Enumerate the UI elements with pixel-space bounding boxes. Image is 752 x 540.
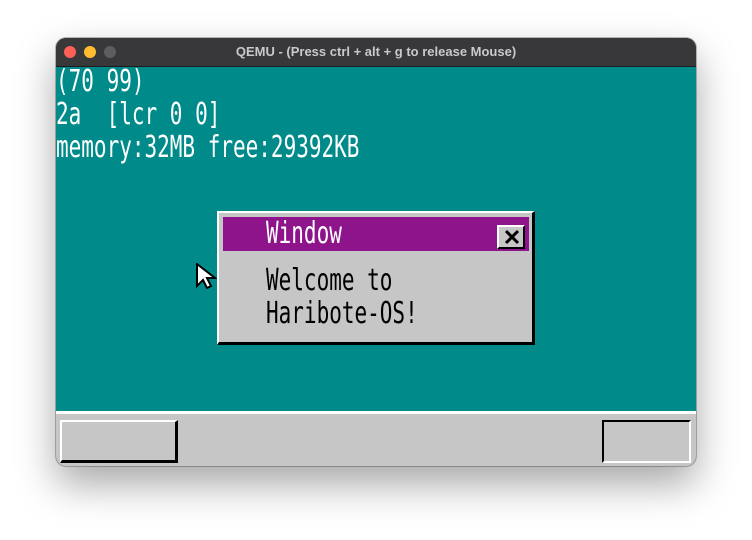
- haribote-window-title: Window: [266, 216, 342, 251]
- keyboard-status-text: 2a [lcr 0 0]: [56, 97, 221, 132]
- haribote-window-titlebar[interactable]: Window: [223, 217, 529, 251]
- taskbar: [56, 411, 696, 466]
- start-button[interactable]: [60, 420, 178, 463]
- system-tray: [602, 420, 691, 463]
- haribote-close-button[interactable]: [497, 225, 525, 249]
- memory-info-text: memory:32MB free:29392KB: [56, 130, 360, 165]
- mouse-coordinates-text: (70 99): [56, 67, 145, 99]
- haribote-window-body: Welcome to Haribote-OS!: [223, 253, 529, 339]
- titlebar[interactable]: QEMU - (Press ctrl + alt + g to release …: [56, 38, 696, 67]
- mouse-cursor-icon: [196, 261, 218, 290]
- emulator-screen[interactable]: (70 99) 2a [lcr 0 0] memory:32MB free:29…: [56, 67, 696, 466]
- welcome-text-line-2: Haribote-OS!: [266, 296, 418, 331]
- window-title: QEMU - (Press ctrl + alt + g to release …: [235, 44, 517, 59]
- haribote-window[interactable]: Window Welcome to Haribote-OS!: [217, 211, 535, 345]
- welcome-text-line-1: Welcome to: [266, 263, 393, 298]
- qemu-window: QEMU - (Press ctrl + alt + g to release …: [56, 38, 696, 466]
